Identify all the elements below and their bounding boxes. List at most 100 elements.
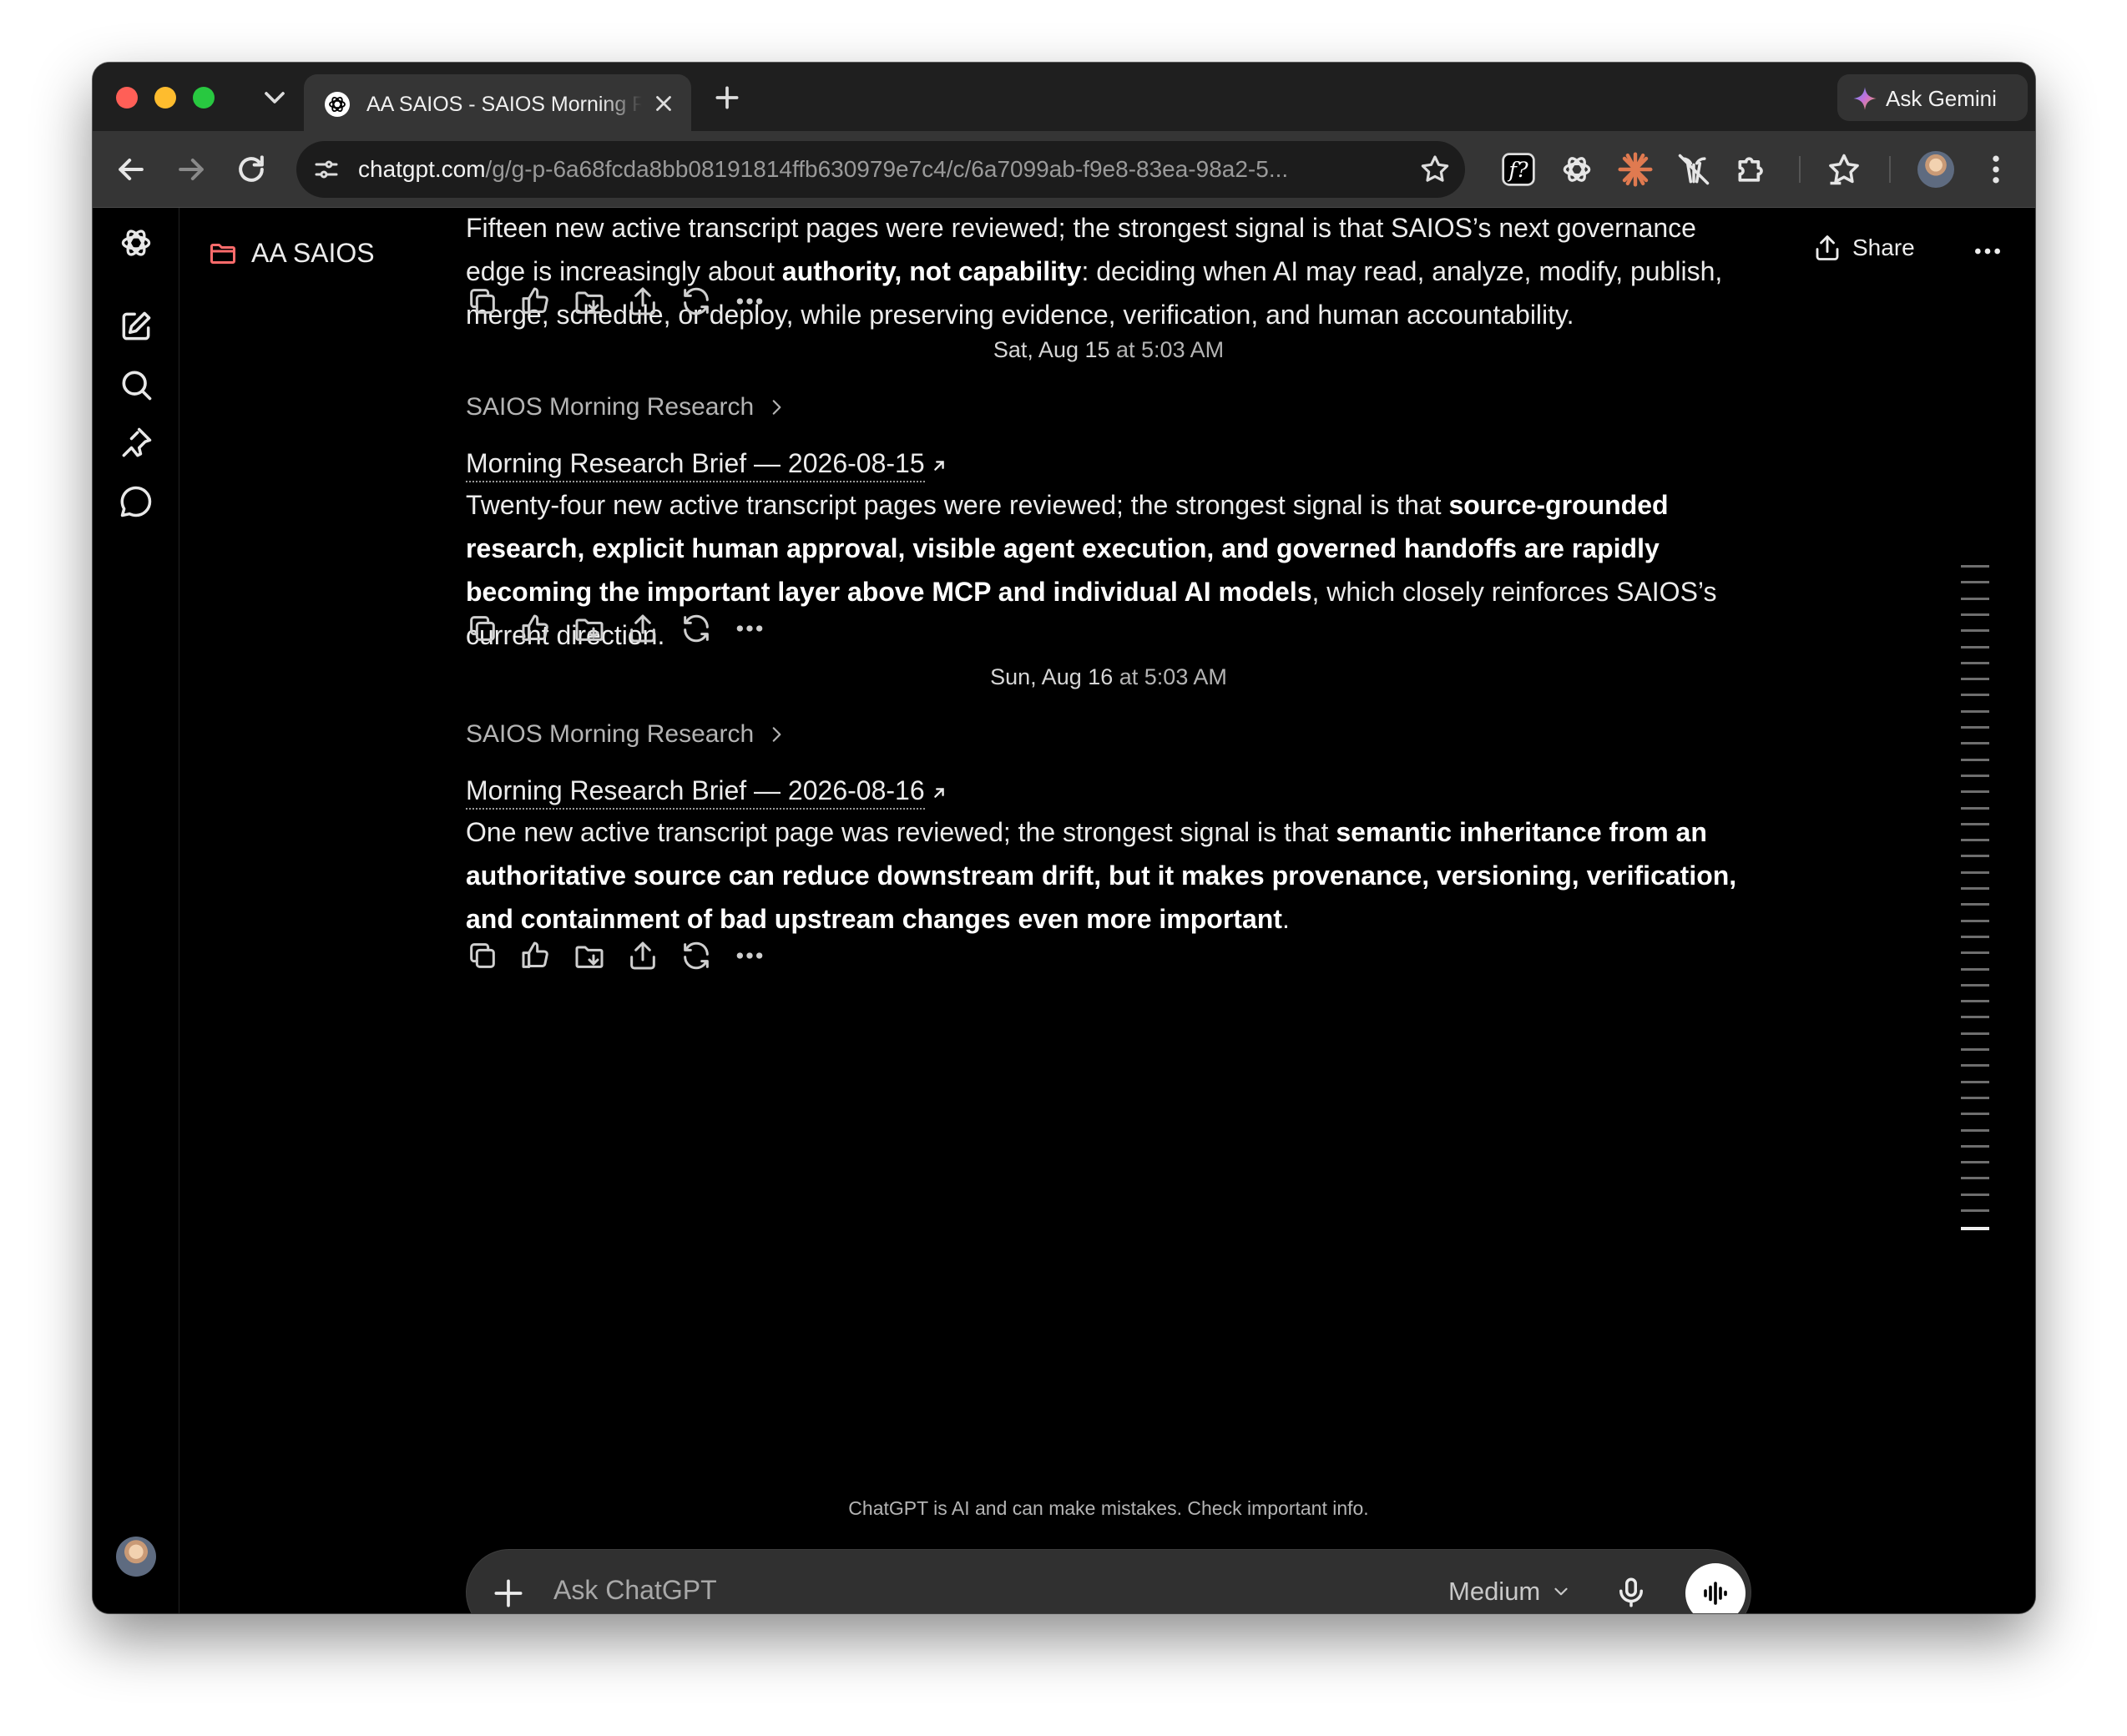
pin-icon[interactable] — [118, 425, 154, 462]
microphone-icon[interactable] — [1614, 1575, 1649, 1612]
more-options-icon[interactable] — [733, 285, 766, 318]
scroll-map-tick[interactable] — [1961, 1000, 1989, 1003]
scroll-map-tick[interactable] — [1961, 581, 1989, 584]
scroll-map-tick[interactable] — [1961, 1227, 1989, 1231]
address-bar[interactable]: chatgpt.com/g/g-p-6a68fcda8bb08191814ffb… — [296, 141, 1465, 198]
kebab-menu-icon[interactable] — [1978, 151, 2014, 188]
brief-link[interactable]: Morning Research Brief — 2026-08-15 — [466, 448, 948, 482]
minimize-window-button[interactable] — [154, 87, 176, 108]
scroll-map-tick[interactable] — [1961, 935, 1989, 938]
scroll-map-tick[interactable] — [1961, 967, 1989, 971]
new-tab-plus-icon[interactable] — [710, 81, 744, 114]
scroll-map-tick[interactable] — [1961, 887, 1989, 890]
extensions-puzzle-icon[interactable] — [1734, 151, 1771, 188]
site-settings-icon[interactable] — [311, 154, 341, 184]
profile-avatar[interactable] — [1917, 151, 1954, 188]
scroll-map-tick[interactable] — [1961, 629, 1989, 633]
scroll-map-tick[interactable] — [1961, 1016, 1989, 1019]
scroll-map-tick[interactable] — [1961, 1032, 1989, 1035]
copy-icon[interactable] — [466, 939, 499, 972]
more-options-icon[interactable] — [1971, 235, 2004, 268]
openai-extension-icon[interactable] — [1559, 151, 1595, 188]
maximize-window-button[interactable] — [193, 87, 215, 108]
scroll-map-tick[interactable] — [1961, 661, 1989, 664]
new-chat-icon[interactable] — [118, 308, 154, 345]
scroll-map-tick[interactable] — [1961, 1113, 1989, 1116]
ad-blocker-extension-icon[interactable] — [1675, 151, 1712, 188]
scroll-map-tick[interactable] — [1961, 1193, 1989, 1196]
user-avatar[interactable] — [116, 1537, 156, 1577]
bookmark-star-icon[interactable] — [1418, 153, 1452, 186]
share-button[interactable]: Share — [1812, 233, 1915, 263]
scroll-map-tick[interactable] — [1961, 919, 1989, 922]
copy-icon[interactable] — [466, 612, 499, 645]
scroll-map-tick[interactable] — [1961, 709, 1989, 713]
scroll-map-tick[interactable] — [1961, 822, 1989, 825]
share-icon[interactable] — [626, 939, 659, 972]
gpt-link[interactable]: SAIOS Morning Research — [466, 720, 787, 749]
scroll-map-tick[interactable] — [1961, 597, 1989, 600]
gpt-link[interactable]: SAIOS Morning Research — [466, 393, 787, 421]
scroll-map-tick[interactable] — [1961, 694, 1989, 697]
regenerate-icon[interactable] — [680, 939, 713, 972]
claude-extension-icon[interactable] — [1617, 151, 1654, 188]
scroll-map-tick[interactable] — [1961, 855, 1989, 858]
ask-gemini-button[interactable]: Ask Gemini — [1837, 74, 2028, 121]
more-options-icon[interactable] — [733, 939, 766, 972]
scroll-map-tick[interactable] — [1961, 903, 1989, 906]
scroll-map-tick[interactable] — [1961, 806, 1989, 810]
project-breadcrumb[interactable]: AA SAIOS — [208, 238, 375, 269]
chatgpt-logo-icon[interactable] — [118, 225, 154, 261]
more-options-icon[interactable] — [733, 612, 766, 645]
feedback-thumbs-icon[interactable] — [519, 612, 553, 645]
scroll-map-tick[interactable] — [1961, 871, 1989, 874]
scroll-map-tick[interactable] — [1961, 1128, 1989, 1132]
scroll-map-tick[interactable] — [1961, 983, 1989, 987]
scroll-map-tick[interactable] — [1961, 726, 1989, 729]
plus-icon[interactable] — [490, 1575, 527, 1612]
scroll-map-tick[interactable] — [1961, 1080, 1989, 1083]
formula-extension-icon[interactable]: f? — [1500, 151, 1537, 188]
scroll-map-tick[interactable] — [1961, 1096, 1989, 1099]
scroll-map-tick[interactable] — [1961, 1177, 1989, 1180]
scroll-map-tick[interactable] — [1961, 758, 1989, 761]
voice-mode-button[interactable] — [1685, 1563, 1746, 1613]
reload-icon[interactable] — [233, 151, 270, 188]
scroll-map-tick[interactable] — [1961, 613, 1989, 616]
regenerate-icon[interactable] — [680, 285, 713, 318]
save-to-folder-icon[interactable] — [573, 612, 606, 645]
chat-bubble-icon[interactable] — [118, 483, 154, 520]
back-arrow-icon[interactable] — [113, 151, 149, 188]
feedback-thumbs-icon[interactable] — [519, 939, 553, 972]
search-icon[interactable] — [118, 366, 154, 403]
share-icon[interactable] — [626, 285, 659, 318]
scroll-map-tick[interactable] — [1961, 839, 1989, 842]
prompt-input[interactable] — [553, 1575, 1305, 1606]
scroll-map-tick[interactable] — [1961, 645, 1989, 648]
save-to-folder-icon[interactable] — [573, 285, 606, 318]
scroll-map-tick[interactable] — [1961, 742, 1989, 745]
scroll-map-tick[interactable] — [1961, 1048, 1989, 1051]
bookmarks-star-icon[interactable] — [1826, 151, 1862, 188]
copy-icon[interactable] — [466, 285, 499, 318]
share-icon[interactable] — [626, 612, 659, 645]
close-window-button[interactable] — [116, 87, 138, 108]
scroll-map-tick[interactable] — [1961, 951, 1989, 955]
close-icon[interactable] — [651, 91, 676, 116]
brief-link[interactable]: Morning Research Brief — 2026-08-16 — [466, 775, 948, 810]
scroll-map-tick[interactable] — [1961, 565, 1989, 568]
chevron-down-icon[interactable] — [258, 81, 291, 114]
scroll-map-tick[interactable] — [1961, 1161, 1989, 1164]
scroll-map-tick[interactable] — [1961, 1064, 1989, 1067]
scroll-map-tick[interactable] — [1961, 774, 1989, 777]
scroll-map-tick[interactable] — [1961, 1144, 1989, 1148]
model-selector[interactable]: Medium — [1448, 1577, 1572, 1607]
browser-tab[interactable]: AA SAIOS - SAIOS Morning Research — [304, 74, 691, 131]
scroll-map-tick[interactable] — [1961, 678, 1989, 681]
save-to-folder-icon[interactable] — [573, 939, 606, 972]
scroll-map-tick[interactable] — [1961, 1209, 1989, 1212]
regenerate-icon[interactable] — [680, 612, 713, 645]
feedback-thumbs-icon[interactable] — [519, 285, 553, 318]
scroll-map-tick[interactable] — [1961, 790, 1989, 794]
forward-arrow-icon[interactable] — [173, 151, 210, 188]
